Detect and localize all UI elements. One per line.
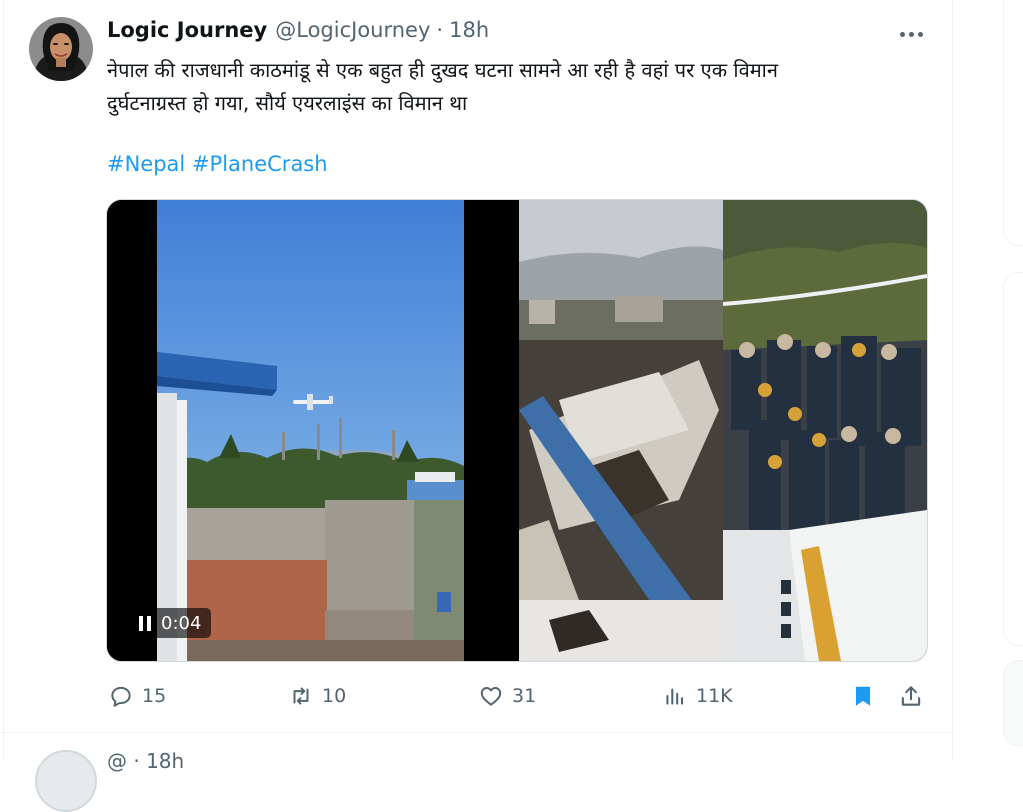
tweet-timestamp[interactable]: 18h [449, 18, 489, 42]
media-grid: 0:04 [106, 199, 928, 662]
tweet-text: नेपाल की राजधानी काठमांडू से एक बहुत ही … [107, 54, 907, 120]
hashtag-nepal[interactable]: #Nepal [107, 152, 185, 176]
next-tweet-separator: · [133, 749, 140, 773]
author-display-name[interactable]: Logic Journey [107, 18, 267, 42]
video-playback-controls[interactable]: 0:04 [129, 608, 212, 638]
tweet-divider [0, 732, 952, 733]
author-handle[interactable]: @LogicJourney [275, 18, 430, 42]
like-button[interactable]: 31 [478, 678, 536, 714]
reply-icon [111, 686, 131, 707]
crash-site-photo [519, 200, 927, 661]
repost-icon [293, 687, 309, 705]
bookmark-button[interactable] [850, 678, 876, 714]
more-options-button[interactable] [898, 24, 926, 44]
sidebar-card-top [1003, 0, 1023, 246]
timeline-left-border [3, 0, 4, 760]
next-tweet-timestamp[interactable]: 18h [146, 749, 184, 773]
video-frame [107, 200, 515, 661]
tweet-text-line: नेपाल की राजधानी काठमांडू से एक बहुत ही … [107, 58, 778, 82]
video-timestamp: 0:04 [161, 612, 202, 634]
repost-count: 10 [322, 685, 347, 707]
avatar-photo [29, 17, 93, 81]
pause-icon[interactable] [139, 615, 151, 631]
like-count: 31 [512, 685, 537, 707]
bookmark-icon [855, 686, 871, 706]
reply-button[interactable]: 15 [108, 678, 166, 714]
reply-count: 15 [142, 685, 167, 707]
timeline-right-border [952, 0, 953, 760]
tweet-actions: 15 10 31 11K [0, 678, 1023, 714]
like-icon [480, 687, 502, 706]
tweet-header: Logic Journey @LogicJourney · 18h [107, 18, 489, 48]
author-avatar[interactable] [29, 17, 93, 81]
views-count: 11K [696, 685, 733, 707]
tweet-text-line: दुर्घटनाग्रस्त हो गया, सौर्य एयरलाइंस का… [107, 91, 468, 115]
next-tweet-avatar[interactable] [35, 750, 97, 812]
sidebar-card-middle [1003, 272, 1023, 646]
header-separator: · [436, 18, 444, 42]
share-button[interactable] [898, 678, 924, 714]
views-button[interactable]: 11K [662, 678, 733, 714]
next-tweet-handle[interactable]: @ [107, 749, 127, 773]
next-tweet-header: @ · 18h [107, 749, 184, 773]
share-icon [901, 686, 921, 706]
repost-button[interactable]: 10 [288, 678, 346, 714]
video-player[interactable]: 0:04 [107, 200, 515, 661]
crash-site-image[interactable] [519, 200, 927, 661]
views-icon [666, 688, 684, 705]
hashtag-planecrash[interactable]: #PlaneCrash [192, 152, 328, 176]
tweet-hashtags: #Nepal #PlaneCrash [107, 149, 328, 179]
